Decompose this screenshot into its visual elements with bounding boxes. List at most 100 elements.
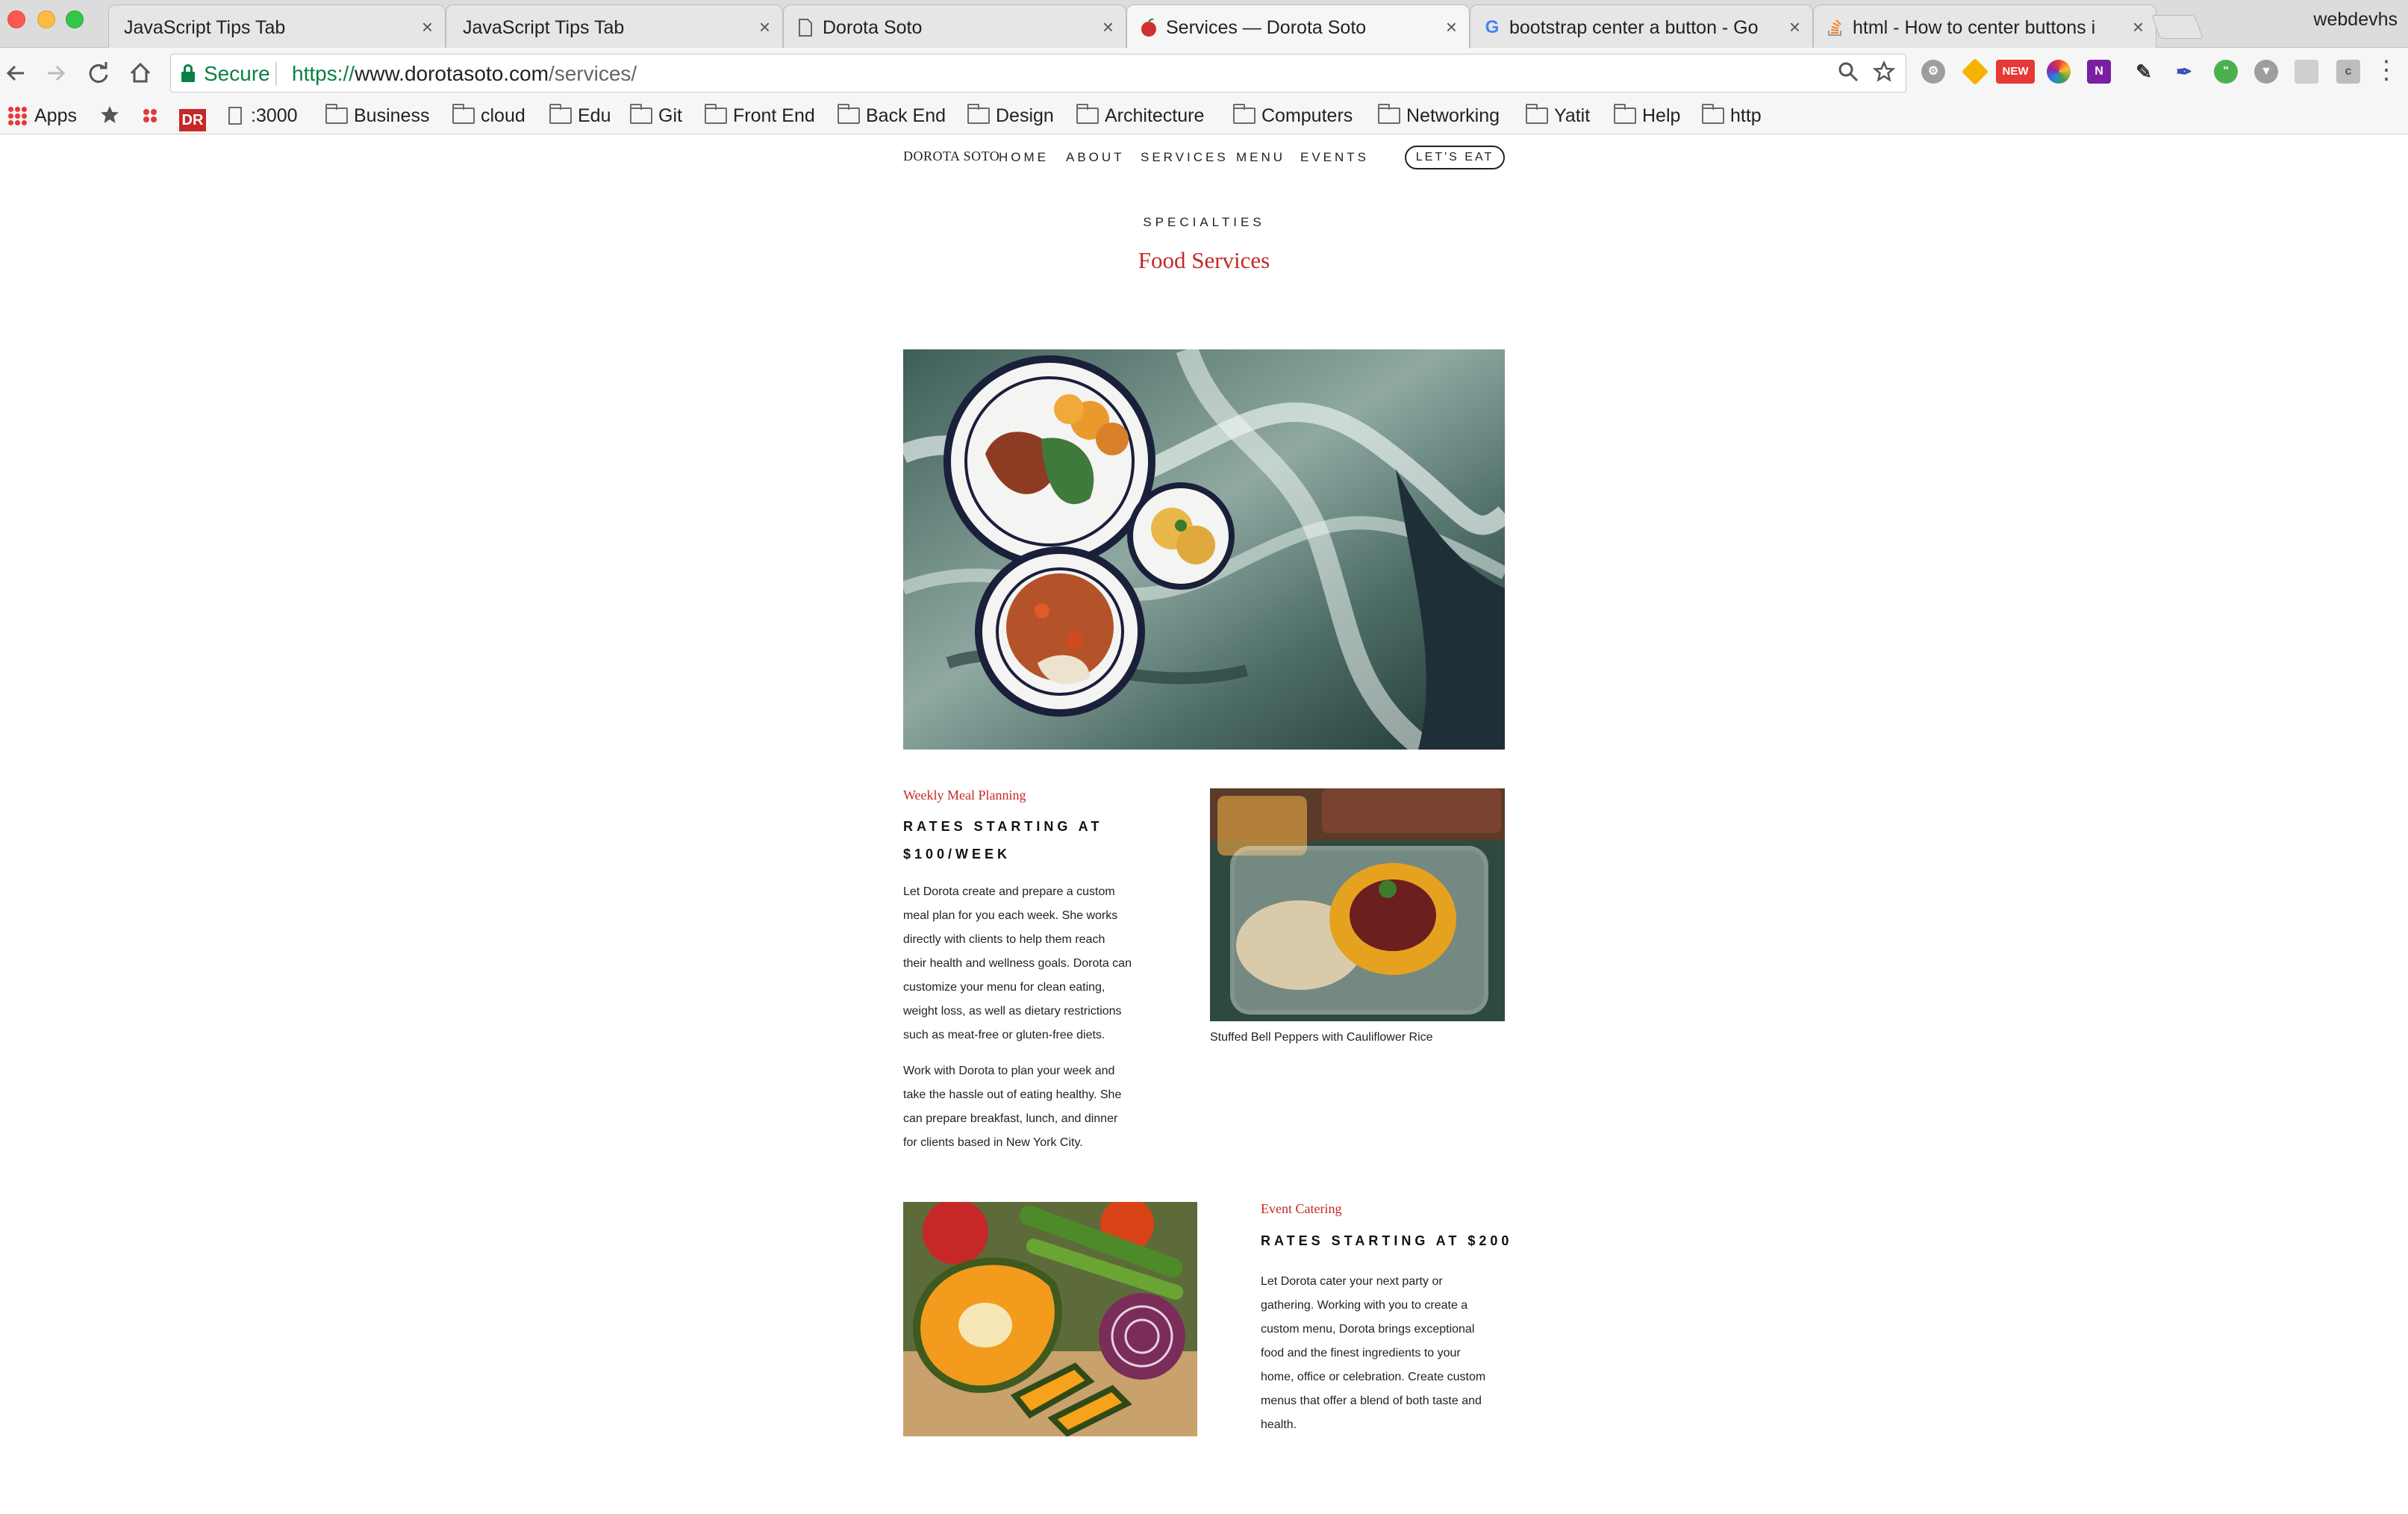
extension-eyedropper-icon[interactable]: ✎ (2132, 60, 2156, 84)
browser-menu-icon[interactable]: ⋮ (2374, 55, 2399, 85)
reload-icon[interactable] (84, 58, 113, 88)
bookmark-folder-git[interactable]: Git (630, 103, 682, 128)
extension-hangouts-icon[interactable]: " (2214, 60, 2238, 84)
tab-javascript-tips-1[interactable]: JavaScript Tips Tab × (108, 4, 446, 48)
tab-title: html - How to center buttons i (1853, 17, 2096, 38)
bookmark-folder-front-end[interactable]: Front End (705, 103, 815, 128)
tab-close-icon[interactable]: × (422, 16, 433, 38)
service-rate-weekly: RATES STARTING AT $100/WEEK (903, 819, 1103, 862)
web-page: DOROTA SOTO HOME ABOUT SERVICES MENU EVE… (0, 135, 2408, 1514)
bookmark-folder-networking[interactable]: Networking (1378, 103, 1500, 128)
site-logo[interactable]: DOROTA SOTO (903, 149, 999, 164)
bookmark-localhost[interactable]: :3000 (228, 103, 298, 128)
nav-link-menu[interactable]: MENU (1236, 150, 1285, 165)
folder-icon (1378, 104, 1400, 124)
tab-services-dorota-soto[interactable]: Services — Dorota Soto × (1126, 4, 1470, 49)
bookmarks-bar: Apps DR :3000 Business cloud Edu Git Fro… (0, 99, 2408, 134)
bookmark-dr-icon[interactable]: DR (179, 103, 206, 131)
extension-color-wheel-icon[interactable] (2047, 60, 2071, 84)
bookmark-folder-edu[interactable]: Edu (549, 103, 611, 128)
nav-link-events[interactable]: EVENTS (1300, 150, 1369, 165)
bookmark-folder-help[interactable]: Help (1614, 103, 1680, 128)
apple-favicon-icon (1139, 18, 1158, 37)
tab-bootstrap-search[interactable]: G bootstrap center a button - Go × (1470, 4, 1813, 48)
tab-close-icon[interactable]: × (2133, 16, 2144, 38)
bookmark-star-icon[interactable] (99, 103, 121, 128)
extension-c-icon[interactable]: c (2336, 60, 2360, 84)
secure-label: Secure (204, 62, 270, 85)
folder-icon (549, 104, 572, 124)
minimize-window-button[interactable] (37, 10, 55, 28)
tab-javascript-tips-2[interactable]: JavaScript Tips Tab × (446, 4, 783, 48)
bookmark-folder-http[interactable]: http (1702, 103, 1762, 128)
bookmark-apps[interactable]: Apps (7, 103, 77, 128)
stackoverflow-favicon-icon (1826, 18, 1845, 37)
browser-toolbar: Secure https://www.dorotasoto.com/servic… (0, 48, 2408, 99)
url-text[interactable]: https://www.dorotasoto.com/services/ (292, 62, 637, 86)
bookmark-dots-icon[interactable] (140, 103, 160, 128)
image-caption-stuffed-peppers: Stuffed Bell Peppers with Cauliflower Ri… (1210, 1031, 1433, 1044)
service-title-weekly-meal-planning: Weekly Meal Planning (903, 788, 1026, 803)
folder-icon (967, 104, 990, 124)
squash-vegetables-image (903, 1202, 1197, 1436)
service-description-catering: Let Dorota cater your next party or gathe… (1261, 1275, 1486, 1431)
extension-screen-icon[interactable] (2295, 60, 2318, 84)
folder-icon (1076, 104, 1099, 124)
bookmark-folder-design[interactable]: Design (967, 103, 1054, 128)
folder-icon (1526, 104, 1548, 124)
extension-shield-icon[interactable]: ▼ (2254, 60, 2278, 84)
folder-icon (452, 104, 475, 124)
tab-close-icon[interactable]: × (1789, 16, 1800, 38)
section-eyebrow: SPECIALTIES (1143, 215, 1265, 229)
service-description-weekly-p2: Work with Dorota to plan your week and ta… (903, 1065, 1122, 1149)
extension-pen-icon[interactable]: ✒ (2172, 60, 2196, 84)
page-icon (796, 18, 815, 37)
lets-eat-button[interactable]: LET'S EAT (1405, 146, 1505, 169)
page-title: Food Services (1138, 247, 1270, 273)
bookmark-folder-architecture[interactable]: Architecture (1076, 103, 1204, 128)
forward-arrow-icon[interactable] (40, 58, 70, 88)
extension-diamond-icon[interactable] (1961, 57, 1989, 86)
address-bar[interactable]: Secure https://www.dorotasoto.com/servic… (170, 54, 1906, 93)
extension-new-badge-icon[interactable]: NEW (1996, 60, 2035, 84)
bookmark-folder-back-end[interactable]: Back End (838, 103, 946, 128)
service-title-event-catering: Event Catering (1261, 1201, 1342, 1216)
nav-link-services[interactable]: SERVICES (1141, 150, 1229, 165)
tab-close-icon[interactable]: × (1446, 16, 1457, 38)
nav-link-home[interactable]: HOME (999, 150, 1049, 165)
folder-icon (325, 104, 348, 124)
folder-icon (705, 104, 727, 124)
nav-link-about[interactable]: ABOUT (1066, 150, 1125, 165)
back-arrow-icon[interactable] (1, 58, 31, 88)
bookmark-folder-cloud[interactable]: cloud (452, 103, 525, 128)
tab-stackoverflow[interactable]: html - How to center buttons i × (1813, 4, 2156, 48)
site-navigation: DOROTA SOTO HOME ABOUT SERVICES MENU EVE… (903, 141, 1505, 171)
extension-onenote-icon[interactable]: N (2087, 60, 2111, 84)
hero-food-image (903, 349, 1505, 750)
stuffed-peppers-image (1210, 788, 1505, 1021)
home-icon[interactable] (125, 58, 155, 88)
maximize-window-button[interactable] (66, 10, 84, 28)
zoom-icon[interactable] (1837, 60, 1859, 89)
tab-close-icon[interactable]: × (759, 16, 770, 38)
bookmark-star-icon[interactable] (1872, 60, 1896, 89)
bookmark-folder-yatit[interactable]: Yatit (1526, 103, 1590, 128)
tab-close-icon[interactable]: × (1102, 16, 1114, 38)
tab-title: JavaScript Tips Tab (463, 17, 625, 38)
bookmark-folder-computers[interactable]: Computers (1233, 103, 1353, 128)
tab-strip: JavaScript Tips Tab × JavaScript Tips Ta… (0, 0, 2408, 49)
bookmark-folder-business[interactable]: Business (325, 103, 429, 128)
apps-grid-icon (7, 106, 27, 125)
tab-title: Dorota Soto (823, 17, 923, 38)
close-window-button[interactable] (7, 10, 25, 28)
service-rate-catering: RATES STARTING AT $200 (1261, 1233, 1513, 1248)
folder-icon (1614, 104, 1636, 124)
folder-icon (1702, 104, 1724, 124)
extension-gear-icon[interactable]: ⚙ (1921, 60, 1945, 84)
profile-name[interactable]: webdevhs (2313, 9, 2398, 31)
lock-icon (181, 64, 195, 82)
folder-icon (838, 104, 860, 124)
new-tab-button[interactable] (2151, 15, 2203, 39)
service-description-weekly-p1: Let Dorota create and prepare a custom me… (903, 885, 1132, 1041)
tab-dorota-soto[interactable]: Dorota Soto × (783, 4, 1126, 48)
